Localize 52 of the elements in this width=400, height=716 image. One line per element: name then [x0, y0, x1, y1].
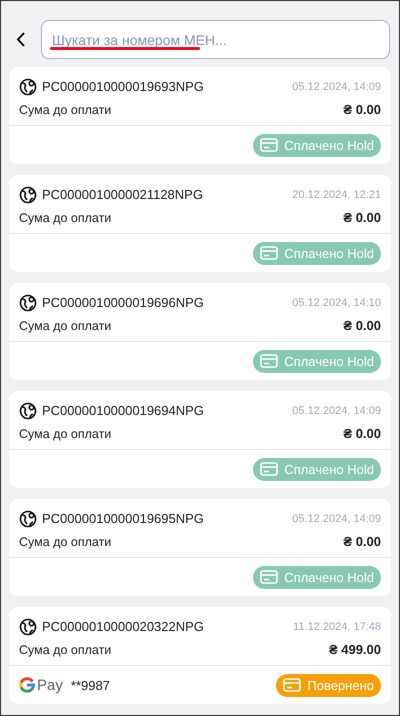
status-badge: Сплачено Hold: [253, 350, 381, 372]
card-icon: [260, 354, 278, 368]
order-card[interactable]: PC0000010000019696NPG 05.12.2024, 14:10 Сума до оплати ₴ 0.00 Сплачено Hold: [9, 283, 391, 380]
amount: ₴ 0.00: [343, 426, 381, 441]
order-date: 05.12.2024, 14:09: [292, 512, 381, 524]
order-card[interactable]: PC0000010000021128NPG 20.12.2024, 12:21 Сума до оплати ₴ 0.00 Сплачено Hold: [9, 175, 391, 272]
order-card[interactable]: PC0000010000019695NPG 05.12.2024, 14:09 Сума до оплати ₴ 0.00 Сплачено Hold: [9, 499, 391, 596]
globe-pin-icon: [19, 186, 37, 204]
card-number: **9987: [70, 678, 110, 692]
amount: ₴ 0.00: [343, 102, 381, 117]
card-icon: [283, 678, 302, 692]
order-card[interactable]: PC0000010000019694NPG 05.12.2024, 14:09 Сума до оплати ₴ 0.00 Сплачено Hold: [9, 391, 391, 488]
amount-label: Сума до оплати: [19, 102, 112, 116]
order-number: PC0000010000019695NPG: [42, 511, 204, 526]
globe-pin-icon: [19, 618, 37, 636]
card-icon: [260, 246, 278, 260]
status-badge: Сплачено Hold: [253, 458, 381, 480]
amount-label: Сума до оплати: [19, 318, 112, 332]
status-badge: Сплачено Hold: [253, 566, 381, 588]
order-date: 05.12.2024, 14:09: [292, 404, 381, 416]
amount-label: Сума до оплати: [19, 426, 112, 440]
order-number: PC0000010000019696NPG: [42, 295, 204, 310]
order-date: 11.12.2024, 17:48: [293, 620, 381, 632]
order-date: 20.12.2024, 12:21: [292, 188, 381, 200]
amount: ₴ 499.00: [328, 642, 381, 657]
order-date: 05.12.2024, 14:10: [292, 296, 381, 308]
amount: ₴ 0.00: [343, 534, 381, 549]
pay-logo-text: Pay: [37, 676, 63, 694]
order-number: PC0000010000020322NPG: [42, 619, 204, 634]
globe-pin-icon: [19, 294, 37, 312]
amount: ₴ 0.00: [343, 318, 381, 333]
order-date: 05.12.2024, 14:09: [292, 80, 381, 92]
status-badge: Сплачено Hold: [253, 242, 381, 264]
amount-label: Сума до оплати: [19, 210, 112, 224]
order-card[interactable]: PC0000010000019693NPG 05.12.2024, 14:09 Сума до оплати ₴ 0.00 Сплачено Hold: [9, 67, 391, 164]
amount: ₴ 0.00: [343, 210, 381, 225]
status-badge: Повернено: [276, 674, 381, 696]
globe-pin-icon: [19, 402, 37, 420]
g-logo-icon: [19, 677, 35, 693]
amount-label: Сума до оплати: [19, 534, 112, 548]
globe-pin-icon: [19, 78, 37, 96]
amount-label: Сума до оплати: [19, 642, 112, 656]
order-number: PC0000010000019694NPG: [42, 403, 204, 418]
card-icon: [260, 138, 278, 152]
search-field[interactable]: Шукати за номером МЕН...: [41, 20, 390, 59]
card-icon: [260, 462, 278, 476]
order-number: PC0000010000021128NPG: [42, 187, 203, 202]
order-card[interactable]: PC0000010000020322NPG 11.12.2024, 17:48 Сума до оплати ₴ 499.00 Pay **9987 Повернено: [9, 607, 391, 704]
status-badge: Сплачено Hold: [253, 134, 381, 156]
order-number: PC0000010000019693NPG: [42, 79, 204, 94]
card-icon: [260, 570, 278, 584]
globe-pin-icon: [19, 510, 37, 528]
